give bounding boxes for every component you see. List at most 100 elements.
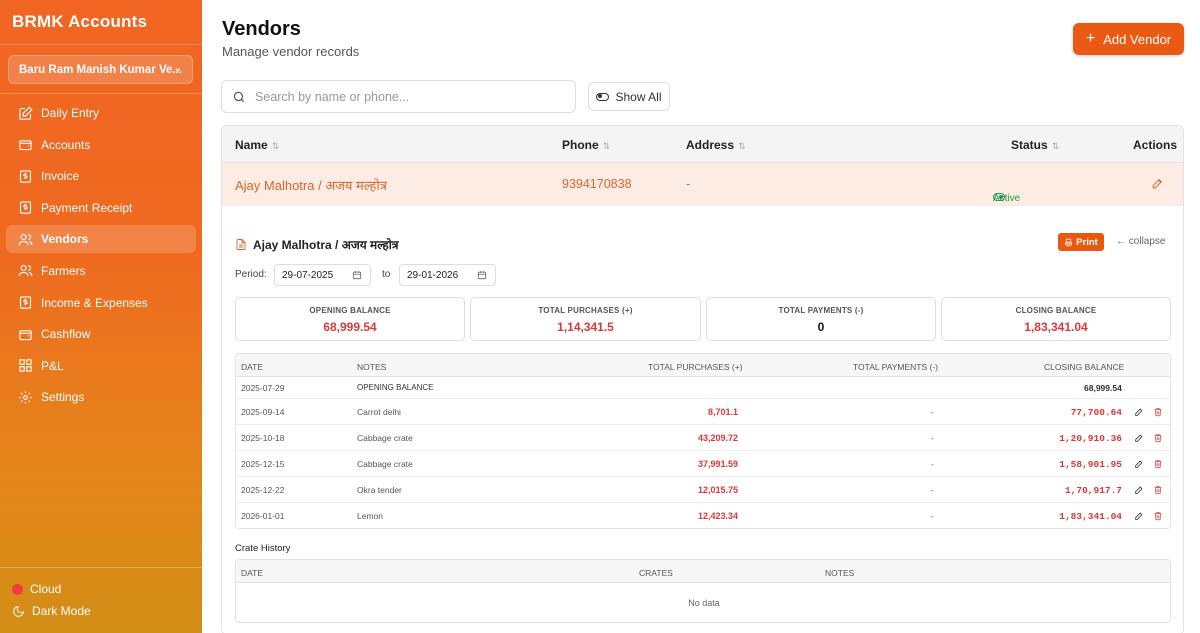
document-icon: [236, 239, 246, 250]
trash-icon[interactable]: [1153, 511, 1163, 523]
status-dot-icon: [12, 583, 23, 595]
add-vendor-button[interactable]: + Add Vendor: [1073, 23, 1184, 55]
card-label: CLOSING BALANCE: [1015, 306, 1097, 315]
vendor-phone: 9394170838: [562, 177, 632, 191]
toggle-icon: [596, 92, 610, 101]
sidebar-item-daily-entry[interactable]: Daily Entry: [6, 99, 196, 127]
table-row: 2025-10-18 Cabbage crate 43,209.72 - 1,2…: [236, 425, 1170, 451]
date-from-input[interactable]: 29-07-2025: [274, 264, 371, 286]
sidebar-item-label: Income & Expenses: [41, 295, 148, 310]
sidebar-item-settings[interactable]: Settings: [6, 383, 196, 411]
sidebar-item-pnl[interactable]: P&L: [6, 352, 196, 380]
row-notes: OPENING BALANCE: [357, 383, 434, 392]
row-date: 2025-07-29: [241, 383, 285, 393]
edit-icon[interactable]: [1151, 177, 1164, 193]
card-value: 1,83,341.04: [1024, 320, 1088, 334]
sidebar-item-vendors[interactable]: Vendors: [6, 225, 196, 254]
business-name: Baru Ram Manish Kumar Ve...: [19, 64, 182, 76]
status-label: Active: [993, 193, 1021, 204]
detail-title-text: Ajay Malhotra / अजय मल्होत्र: [253, 238, 399, 252]
col-header-actions: Actions: [1133, 138, 1178, 152]
sidebar-item-payment-receipt[interactable]: Payment Receipt: [6, 194, 196, 222]
collapse-button[interactable]: ← collapse: [1116, 236, 1165, 247]
row-payments: -: [931, 459, 934, 469]
date-to-value: 29-01-2026: [407, 270, 459, 281]
sidebar-item-label: Settings: [41, 390, 85, 405]
show-all-button[interactable]: Show All: [588, 82, 670, 111]
date-to-input[interactable]: 29-01-2026: [399, 264, 496, 286]
table-row: 2026-01-01 Lemon 12,423.34 - 1,83,341.04: [236, 503, 1170, 528]
row-closing: 1,20,910.36: [1059, 433, 1122, 444]
row-purchases: 12,015.75: [697, 485, 738, 495]
opening-balance-card: OPENING BALANCE 68,999.54: [235, 297, 465, 341]
row-notes: Cabbage crate: [357, 459, 413, 469]
search-icon: [233, 91, 245, 102]
col-header-crates: CRATES: [639, 568, 673, 578]
sidebar-item-label: P&L: [41, 358, 64, 373]
moon-icon: [13, 605, 24, 617]
edit-icon[interactable]: [1134, 459, 1144, 471]
business-selector[interactable]: Baru Ram Manish Kumar Ve... ⌄: [8, 55, 193, 84]
col-header-name[interactable]: Name ⇅: [235, 138, 279, 152]
dark-mode-toggle[interactable]: Dark Mode: [12, 604, 91, 618]
table-header: Name ⇅ Phone ⇅ Address ⇅ Status ⇅ Actions: [222, 126, 1183, 163]
sort-icon: ⇅: [602, 141, 611, 151]
trash-icon[interactable]: [1153, 459, 1163, 471]
table-row[interactable]: Ajay Malhotra / अजय मल्होत्र 9394170838 …: [222, 163, 1183, 206]
users-icon: [17, 263, 33, 279]
sidebar-item-label: Payment Receipt: [41, 200, 133, 215]
detail-title: Ajay Malhotra / अजय मल्होत्र: [235, 236, 399, 253]
page-title: Vendors: [222, 18, 301, 40]
trash-icon[interactable]: [1153, 485, 1163, 497]
col-header-closing: CLOSING BALANCE: [1044, 362, 1125, 372]
trash-icon[interactable]: [1153, 407, 1163, 419]
dollar-doc-icon: [17, 168, 33, 184]
cloud-label: Cloud: [30, 582, 62, 596]
wallet-icon: [17, 326, 33, 342]
crate-history-table: DATE CRATES NOTES No data: [235, 559, 1171, 623]
sidebar-item-farmers[interactable]: Farmers: [6, 257, 196, 285]
row-closing: 1,70,917.7: [1064, 485, 1122, 496]
row-payments: -: [931, 511, 934, 521]
ledger-header: DATE NOTES TOTAL PURCHASES (+) TOTAL PAY…: [236, 354, 1170, 377]
wallet-icon: [17, 137, 33, 153]
col-header-status[interactable]: Status ⇅: [1011, 138, 1059, 152]
dollar-doc-icon: [17, 295, 33, 311]
trash-icon[interactable]: [1153, 433, 1163, 445]
sidebar-item-invoice[interactable]: Invoice: [6, 162, 196, 190]
row-date: 2025-10-18: [241, 433, 285, 443]
print-button[interactable]: Print: [1058, 233, 1104, 251]
dollar-doc-icon: [17, 200, 33, 216]
period-label: Period:: [235, 269, 267, 280]
edit-icon[interactable]: [1134, 433, 1144, 445]
crate-header: DATE CRATES NOTES: [236, 560, 1170, 583]
search-input[interactable]: [255, 89, 555, 104]
table-row: 2025-09-14 Carrot delhi 8,701.1 - 77,700…: [236, 399, 1170, 425]
vendor-detail-panel: Ajay Malhotra / अजय मल्होत्र Print ← col…: [222, 207, 1183, 633]
sidebar-item-accounts[interactable]: Accounts: [6, 131, 196, 159]
col-header-notes: NOTES: [825, 568, 855, 578]
col-header-date: DATE: [241, 362, 264, 372]
calendar-icon: [477, 271, 487, 280]
brand-title: BRMK Accounts: [12, 12, 148, 31]
crate-history-title: Crate History: [235, 543, 291, 554]
sidebar-item-label: Farmers: [41, 263, 86, 278]
calendar-icon: [352, 271, 362, 280]
edit-icon[interactable]: [1134, 407, 1144, 419]
sort-icon: ⇅: [738, 141, 746, 151]
table-row: 2025-12-22 Okra tender 12,015.75 - 1,70,…: [236, 477, 1170, 503]
vendor-address: -: [686, 177, 691, 191]
sidebar-item-cashflow[interactable]: Cashflow: [6, 320, 196, 348]
divider: [0, 44, 202, 45]
card-label: TOTAL PURCHASES (+): [538, 306, 633, 315]
edit-icon[interactable]: [1134, 485, 1144, 497]
gear-icon: [17, 389, 33, 405]
sidebar-item-income-expenses[interactable]: Income & Expenses: [6, 289, 196, 317]
cloud-status[interactable]: Cloud: [12, 582, 61, 596]
row-date: 2026-01-01: [241, 511, 285, 521]
col-header-address[interactable]: Address ⇅: [686, 138, 746, 152]
col-header-phone[interactable]: Phone ⇅: [562, 138, 610, 152]
divider: [0, 567, 202, 568]
edit-icon[interactable]: [1134, 511, 1144, 523]
date-from-value: 29-07-2025: [282, 270, 334, 281]
